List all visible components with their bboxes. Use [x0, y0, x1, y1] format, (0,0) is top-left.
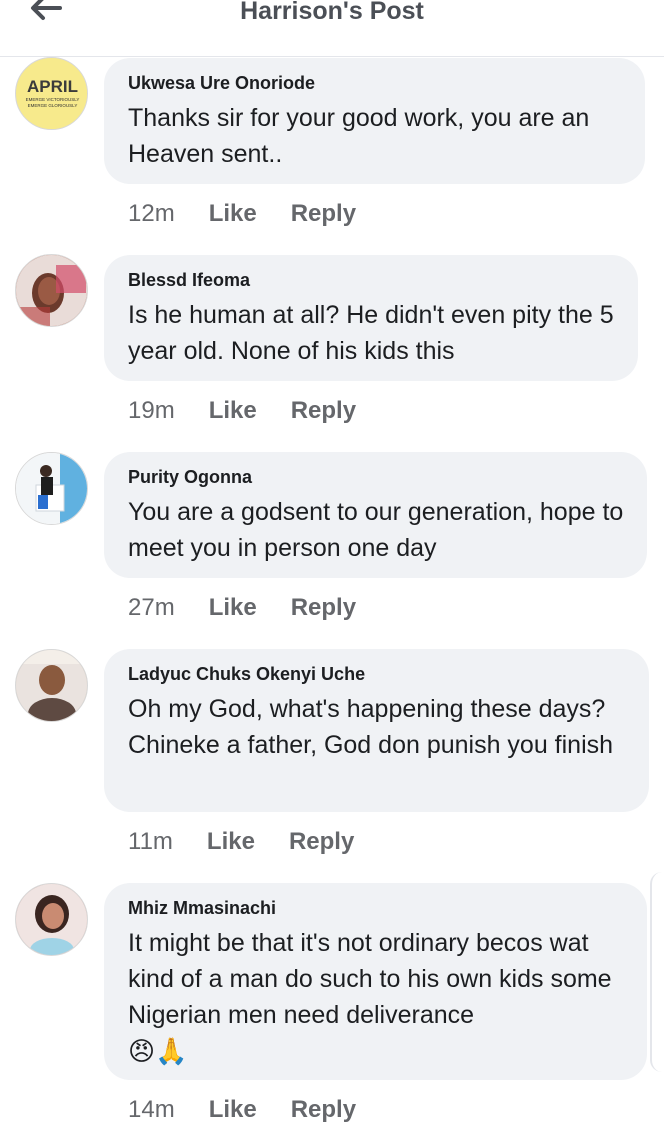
comment-actions: 12m Like Reply: [128, 200, 356, 228]
svg-text:EMERGE GLORIOUSLY: EMERGE GLORIOUSLY: [28, 103, 78, 108]
comment-bubble[interactable]: Ukwesa Ure Onoriode Thanks sir for your …: [104, 58, 645, 184]
svg-text:APRIL: APRIL: [27, 77, 78, 96]
profile-photo: [16, 650, 87, 721]
commenter-name[interactable]: Purity Ogonna: [128, 466, 627, 488]
profile-photo: [16, 255, 87, 326]
like-button[interactable]: Like: [209, 397, 257, 425]
comment-actions: 11m Like Reply: [128, 828, 354, 856]
comment-text: Thanks sir for your good work, you are a…: [128, 104, 597, 168]
reply-button[interactable]: Reply: [291, 594, 356, 622]
commenter-name[interactable]: Blessd Ifeoma: [128, 269, 618, 291]
comment-bubble[interactable]: Blessd Ifeoma Is he human at all? He did…: [104, 255, 638, 381]
svg-text:EMERGE VICTORIOUSLY: EMERGE VICTORIOUSLY: [26, 97, 80, 102]
like-button[interactable]: Like: [207, 828, 255, 856]
like-button[interactable]: Like: [209, 200, 257, 228]
comment-actions: 14m Like Reply: [128, 1096, 356, 1124]
comment-time: 11m: [128, 828, 173, 855]
comment-text: Is he human at all? He didn't even pity …: [128, 301, 621, 365]
like-button[interactable]: Like: [209, 594, 257, 622]
emoji-reactions: 😠🙏: [128, 1036, 188, 1066]
reply-button[interactable]: Reply: [289, 828, 354, 856]
comment-time: 12m: [128, 200, 175, 227]
reply-button[interactable]: Reply: [291, 397, 356, 425]
avatar[interactable]: APRIL EMERGE VICTORIOUSLY EMERGE GLORIOU…: [15, 57, 88, 130]
comment-bubble[interactable]: Purity Ogonna You are a godsent to our g…: [104, 452, 647, 578]
avatar[interactable]: [15, 649, 88, 722]
avatar[interactable]: [15, 452, 88, 525]
commenter-name[interactable]: Ladyuc Chuks Okenyi Uche: [128, 663, 629, 685]
avatar[interactable]: [15, 254, 88, 327]
reply-button[interactable]: Reply: [291, 200, 356, 228]
commenter-name[interactable]: Mhiz Mmasinachi: [128, 897, 627, 919]
comment-actions: 19m Like Reply: [128, 397, 356, 425]
avatar[interactable]: [15, 883, 88, 956]
comment-bubble[interactable]: Ladyuc Chuks Okenyi Uche Oh my God, what…: [104, 649, 649, 812]
april-badge-avatar: APRIL EMERGE VICTORIOUSLY EMERGE GLORIOU…: [16, 58, 87, 129]
reply-button[interactable]: Reply: [291, 1096, 356, 1124]
profile-photo: [16, 453, 87, 524]
profile-photo: [16, 884, 87, 955]
comment-time: 27m: [128, 594, 175, 621]
top-bar: Harrison's Post: [0, 0, 664, 57]
comment-time: 14m: [128, 1096, 175, 1123]
commenter-name[interactable]: Ukwesa Ure Onoriode: [128, 72, 625, 94]
comment-text: Oh my God, what's happening these days? …: [128, 695, 614, 759]
comment-actions: 27m Like Reply: [128, 594, 356, 622]
page-title: Harrison's Post: [240, 0, 424, 25]
comment-text: You are a godsent to our generation, hop…: [128, 498, 631, 562]
comment-bubble[interactable]: Mhiz Mmasinachi It might be that it's no…: [104, 883, 647, 1080]
scrollbar[interactable]: [650, 872, 664, 1072]
comment-time: 19m: [128, 397, 175, 424]
like-button[interactable]: Like: [209, 1096, 257, 1124]
comment-text: It might be that it's not ordinary becos…: [128, 929, 619, 1029]
